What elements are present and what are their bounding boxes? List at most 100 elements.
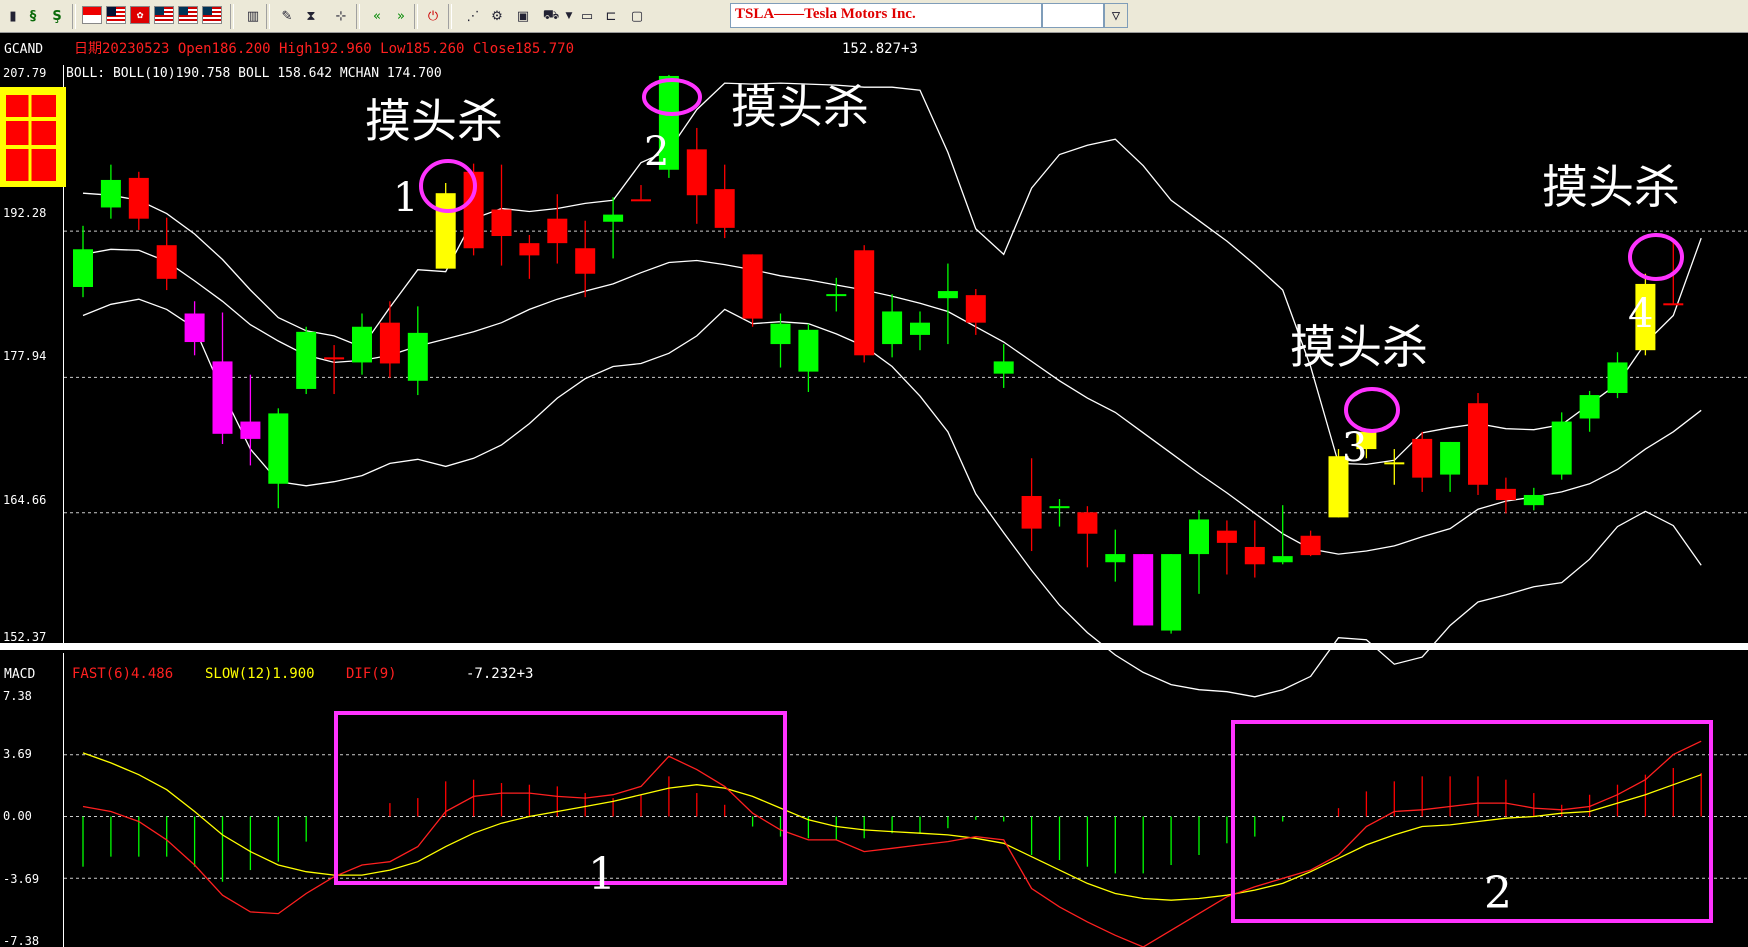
- candle-body: [1161, 554, 1182, 631]
- flag-hk[interactable]: ✿: [130, 6, 150, 24]
- s-arrows-icon[interactable]: §: [22, 5, 44, 27]
- candle-body: [798, 329, 819, 372]
- marker-label: 1: [393, 175, 418, 221]
- y-label-macd-4: -7.38: [3, 934, 39, 947]
- y-label-price-1: 192.28: [3, 206, 46, 220]
- candle-body: [1412, 438, 1433, 478]
- candle-body: [742, 254, 763, 319]
- chart-draw-icon[interactable]: ⋰: [462, 5, 484, 27]
- candle-body: [100, 179, 121, 208]
- chevron-down-icon[interactable]: ▽: [1104, 3, 1128, 28]
- macd-dif-label: DIF(9): [346, 666, 397, 682]
- candle-body: [491, 209, 512, 237]
- candle-body: [965, 295, 986, 323]
- marker-label: 2: [644, 129, 669, 175]
- chart-area[interactable]: GCAND 日期20230523 Open186.200 High192.960…: [0, 33, 1748, 947]
- candle-body: [268, 413, 289, 484]
- candle-body: [826, 294, 847, 297]
- gear-icon[interactable]: ⚙: [486, 5, 508, 27]
- candle-body: [1579, 395, 1600, 419]
- candle-body: [519, 243, 540, 256]
- candle-body: [547, 218, 568, 244]
- y-label-macd-1: 3.69: [3, 747, 32, 761]
- stop-icon[interactable]: ▮: [2, 5, 24, 27]
- price-info-line: 日期20230523 Open186.200 High192.960 Low18…: [74, 41, 574, 57]
- flag-us[interactable]: [178, 6, 198, 24]
- candle-body: [993, 361, 1014, 374]
- candle-body: [910, 322, 930, 335]
- macd-slow-label: SLOW(12)1.900: [205, 666, 315, 682]
- candle-body: [937, 291, 958, 299]
- candle-body: [1663, 303, 1684, 306]
- y-label-macd-2: 0.00: [3, 809, 32, 823]
- candle-body: [128, 177, 149, 219]
- candle-body: [73, 249, 93, 287]
- candle-body: [1384, 462, 1405, 465]
- flag-my[interactable]: [106, 6, 126, 24]
- monitor-icon[interactable]: ▢: [626, 5, 648, 27]
- candle-body: [603, 214, 624, 222]
- candle-body: [184, 313, 205, 343]
- candle-body: [575, 248, 596, 274]
- signal-label: 摸头杀: [1290, 320, 1428, 374]
- sticky-note-icon[interactable]: [0, 87, 66, 187]
- power-icon[interactable]: ⏻: [422, 5, 444, 27]
- candle-body: [1300, 535, 1321, 556]
- candle-body: [1272, 556, 1293, 563]
- candle-body: [1551, 421, 1572, 475]
- folder-open-icon[interactable]: ⊏: [600, 5, 622, 27]
- flag-sg[interactable]: [82, 6, 102, 24]
- candle-body: [1077, 512, 1098, 534]
- candle-body: [212, 361, 233, 434]
- boll-legend: BOLL: BOLL(10)190.758 BOLL 158.642 MCHAN…: [66, 66, 442, 81]
- y-label-macd-3: -3.69: [3, 872, 39, 886]
- toolbar: ▮ § Ş ✿ ▥ ✎ ⧗ ⊹ « » ⏻ ⋰ ⚙ ▣ ⛟ ▼ ▭ ⊏ ▢ TS…: [0, 0, 1748, 33]
- candle-body: [1133, 554, 1154, 626]
- macd-fast-label: FAST(6)4.486: [72, 666, 173, 682]
- candle-body: [714, 189, 735, 228]
- y-label-macd-0: 7.38: [3, 689, 32, 703]
- hourglass-icon[interactable]: ⧗: [300, 5, 322, 27]
- candle-body: [854, 250, 875, 356]
- candle-body: [240, 421, 261, 439]
- flag-us[interactable]: [154, 6, 174, 24]
- y-label-price-2: 177.94: [3, 349, 46, 363]
- candle-body: [1440, 441, 1461, 475]
- macd-cursor-value: -7.232+3: [466, 666, 533, 682]
- bar-chart-icon[interactable]: ▥: [242, 5, 264, 27]
- flag-us[interactable]: [202, 6, 222, 24]
- candle-body: [407, 332, 428, 381]
- candle-body: [1021, 495, 1042, 529]
- y-label-price-3: 164.66: [3, 493, 46, 507]
- candle-body: [352, 326, 372, 363]
- rewind-icon[interactable]: «: [366, 5, 388, 27]
- candle-body: [1216, 530, 1237, 543]
- signal-label: 摸头杀: [365, 94, 503, 148]
- candle-body: [1495, 488, 1516, 501]
- network-icon[interactable]: ⊹: [330, 5, 352, 27]
- box-label: 1: [588, 849, 616, 900]
- s-flag-icon[interactable]: Ş: [46, 5, 68, 27]
- macd-indicator-name: MACD: [4, 667, 35, 682]
- window-icon[interactable]: ▣: [512, 5, 534, 27]
- edit-icon[interactable]: ✎: [276, 5, 298, 27]
- marker-label: 4: [1628, 291, 1653, 337]
- signal-label: 摸头杀: [731, 80, 869, 134]
- candle-body: [631, 199, 651, 202]
- price-indicator-name: GCAND: [4, 42, 43, 57]
- candle-body: [686, 149, 707, 196]
- candle-body: [324, 357, 345, 360]
- candle-body: [1049, 506, 1070, 509]
- period-field[interactable]: [1042, 3, 1104, 28]
- candle-body: [1468, 403, 1488, 485]
- fast-forward-icon[interactable]: »: [390, 5, 412, 27]
- candle-body: [379, 322, 400, 364]
- folder-icon[interactable]: ▭: [576, 5, 598, 27]
- price-cursor-value: 152.827+3: [842, 41, 918, 57]
- box-label: 2: [1484, 868, 1512, 919]
- symbol-field[interactable]: TSLA——Tesla Motors Inc.: [730, 3, 1042, 28]
- candle-body: [882, 311, 903, 345]
- candle-body: [296, 331, 317, 389]
- candle-body: [1189, 519, 1209, 555]
- candle-body: [1244, 546, 1265, 565]
